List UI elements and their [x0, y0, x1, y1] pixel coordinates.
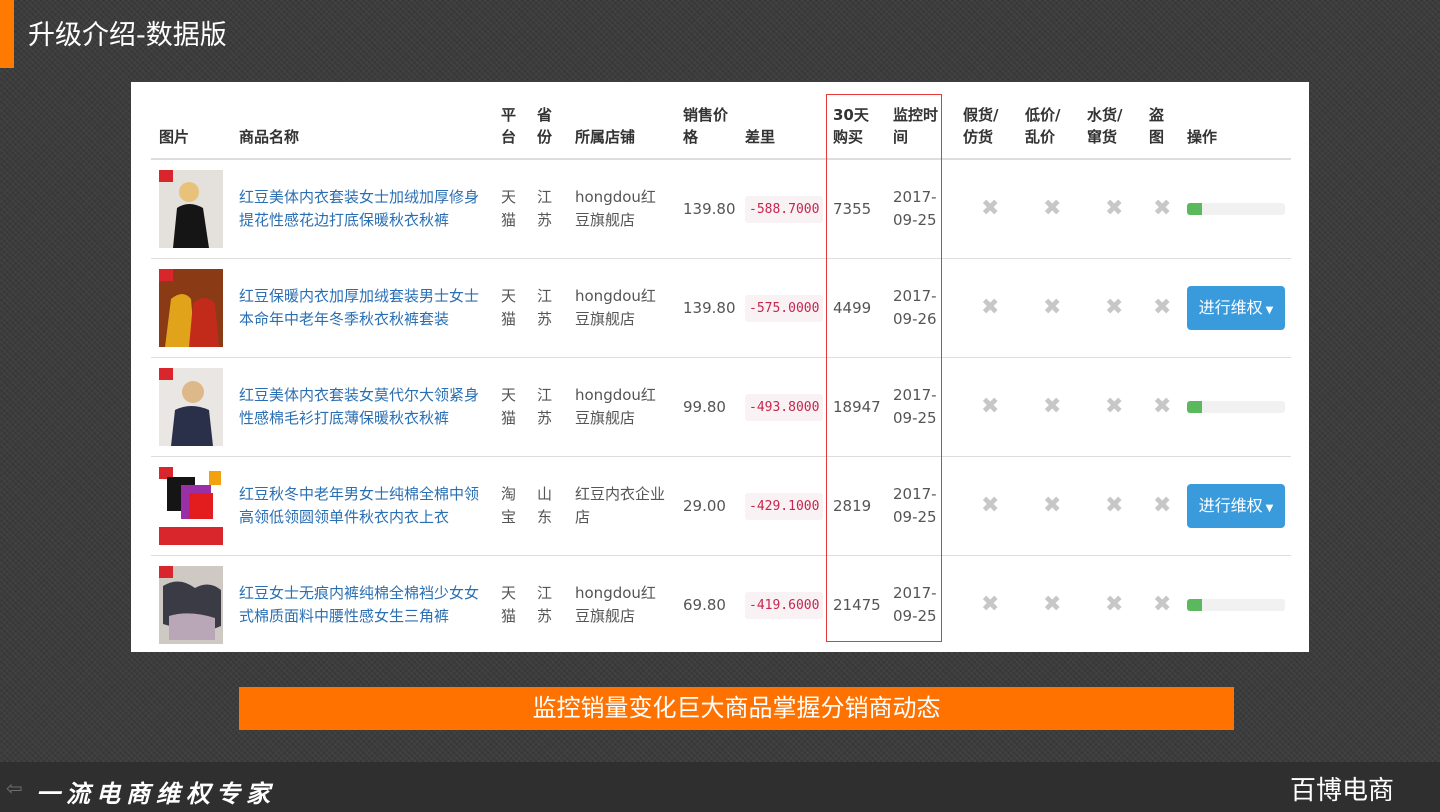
grey-x-icon: ✖ — [1105, 393, 1124, 419]
progress-bar — [1187, 599, 1285, 611]
store-cell: hongdou红豆旗舰店 — [567, 158, 675, 259]
price-cell: 139.80 — [675, 158, 737, 259]
piracy-x-icon: ✖ — [1153, 492, 1172, 518]
defend-rights-label: 进行维权 — [1198, 298, 1263, 317]
province-cell: 山东 — [529, 456, 567, 556]
progress-fill — [1187, 203, 1202, 215]
store-cell: hongdou红豆旗舰店 — [567, 555, 675, 654]
progress-bar — [1187, 203, 1285, 215]
header-fake: 假货/仿货 — [955, 90, 1017, 160]
table-row: 红豆美体内衣套装女士加绒加厚修身提花性感花边打底保暖秋衣秋裤 天猫 江苏 hon… — [151, 158, 1291, 259]
caption-banner: 监控销量变化巨大商品掌握分销商动态 — [239, 687, 1234, 730]
table-row: 红豆女士无痕内裤纯棉全棉裆少女女式棉质面料中腰性感女生三角裤 天猫 江苏 hon… — [151, 555, 1291, 654]
grey-x-icon: ✖ — [1105, 492, 1124, 518]
platform-cell: 淘宝 — [493, 456, 529, 556]
store-cell: hongdou红豆旗舰店 — [567, 258, 675, 358]
store-cell: 红豆内衣企业店 — [567, 456, 675, 556]
piracy-x-icon: ✖ — [1153, 393, 1172, 419]
defend-rights-button[interactable]: 进行维权 ▼ — [1187, 484, 1285, 528]
lowprice-x-icon: ✖ — [1043, 591, 1062, 617]
caret-down-icon: ▼ — [1265, 503, 1274, 514]
footer-slogan: 一流电商维权专家 — [36, 779, 276, 808]
data-table-card: 图片 商品名称 平台 省份 所属店铺 销售价格 差里 30天购买 监控时间 假货… — [131, 82, 1309, 654]
province-cell: 江苏 — [529, 258, 567, 358]
diff-badge: -493.8000 — [745, 393, 824, 421]
product-thumbnail[interactable] — [159, 269, 223, 347]
grey-x-icon: ✖ — [1105, 591, 1124, 617]
price-cell: 29.00 — [675, 456, 737, 556]
table-row: 红豆保暖内衣加厚加绒套装男士女士本命年中老年冬季秋衣秋裤套装 天猫 江苏 hon… — [151, 258, 1291, 358]
header-province: 省份 — [529, 90, 567, 160]
fake-x-icon: ✖ — [981, 591, 1000, 617]
header-price: 销售价格 — [675, 90, 737, 160]
diff-badge: -429.1000 — [745, 492, 824, 520]
lowprice-x-icon: ✖ — [1043, 195, 1062, 221]
header-platform: 平台 — [493, 90, 529, 160]
header-name: 商品名称 — [231, 90, 493, 160]
header-diff: 差里 — [737, 90, 825, 160]
header-grey: 水货/窜货 — [1079, 90, 1141, 160]
platform-cell: 天猫 — [493, 357, 529, 457]
product-name-link[interactable]: 红豆美体内衣套装女士加绒加厚修身提花性感花边打底保暖秋衣秋裤 — [239, 188, 479, 229]
piracy-x-icon: ✖ — [1153, 591, 1172, 617]
lowprice-x-icon: ✖ — [1043, 492, 1062, 518]
fake-x-icon: ✖ — [981, 492, 1000, 518]
progress-fill — [1187, 401, 1202, 413]
platform-cell: 天猫 — [493, 258, 529, 358]
title-accent-bar — [0, 0, 14, 68]
province-cell: 江苏 — [529, 555, 567, 654]
progress-bar — [1187, 401, 1285, 413]
price-cell: 69.80 — [675, 555, 737, 654]
monitor-table: 图片 商品名称 平台 省份 所属店铺 销售价格 差里 30天购买 监控时间 假货… — [151, 90, 1291, 654]
lowprice-x-icon: ✖ — [1043, 294, 1062, 320]
header-lowprice: 低价/乱价 — [1017, 90, 1079, 160]
province-cell: 江苏 — [529, 357, 567, 457]
product-name-link[interactable]: 红豆保暖内衣加厚加绒套装男士女士本命年中老年冬季秋衣秋裤套装 — [239, 287, 479, 328]
diff-badge: -588.7000 — [745, 195, 824, 223]
product-name-link[interactable]: 红豆美体内衣套装女莫代尔大领紧身性感棉毛衫打底薄保暖秋衣秋裤 — [239, 386, 479, 427]
table-row: 红豆美体内衣套装女莫代尔大领紧身性感棉毛衫打底薄保暖秋衣秋裤 天猫 江苏 hon… — [151, 357, 1291, 457]
product-thumbnail[interactable] — [159, 467, 223, 545]
header-store: 所属店铺 — [567, 90, 675, 160]
fake-x-icon: ✖ — [981, 294, 1000, 320]
platform-cell: 天猫 — [493, 158, 529, 259]
header-action: 操作 — [1179, 90, 1291, 160]
product-name-link[interactable]: 红豆秋冬中老年男女士纯棉全棉中领高领低领圆领单件秋衣内衣上衣 — [239, 485, 479, 526]
table-header-row: 图片 商品名称 平台 省份 所属店铺 销售价格 差里 30天购买 监控时间 假货… — [151, 90, 1291, 160]
product-thumbnail[interactable] — [159, 566, 223, 644]
store-cell: hongdou红豆旗舰店 — [567, 357, 675, 457]
progress-fill — [1187, 599, 1202, 611]
slide-title: 升级介绍-数据版 — [28, 20, 227, 51]
fake-x-icon: ✖ — [981, 393, 1000, 419]
defend-rights-button[interactable]: 进行维权 ▼ — [1187, 286, 1285, 330]
price-cell: 139.80 — [675, 258, 737, 358]
footer-brand: 百博电商 — [1290, 776, 1395, 806]
grey-x-icon: ✖ — [1105, 195, 1124, 221]
caret-down-icon: ▼ — [1265, 305, 1274, 316]
table-row: 红豆秋冬中老年男女士纯棉全棉中领高领低领圆领单件秋衣内衣上衣 淘宝 山东 红豆内… — [151, 456, 1291, 556]
diff-badge: -419.6000 — [745, 591, 824, 619]
header-piracy: 盗图 — [1141, 90, 1179, 160]
piracy-x-icon: ✖ — [1153, 294, 1172, 320]
piracy-x-icon: ✖ — [1153, 195, 1172, 221]
back-arrow-icon[interactable]: ⇦ — [6, 776, 23, 800]
header-image: 图片 — [151, 90, 231, 160]
grey-x-icon: ✖ — [1105, 294, 1124, 320]
product-thumbnail[interactable] — [159, 170, 223, 248]
product-name-link[interactable]: 红豆女士无痕内裤纯棉全棉裆少女女式棉质面料中腰性感女生三角裤 — [239, 584, 479, 625]
price-cell: 99.80 — [675, 357, 737, 457]
fake-x-icon: ✖ — [981, 195, 1000, 221]
province-cell: 江苏 — [529, 158, 567, 259]
diff-badge: -575.0000 — [745, 294, 824, 322]
defend-rights-label: 进行维权 — [1198, 496, 1263, 515]
sales-highlight-box — [826, 94, 942, 642]
product-thumbnail[interactable] — [159, 368, 223, 446]
lowprice-x-icon: ✖ — [1043, 393, 1062, 419]
platform-cell: 天猫 — [493, 555, 529, 654]
